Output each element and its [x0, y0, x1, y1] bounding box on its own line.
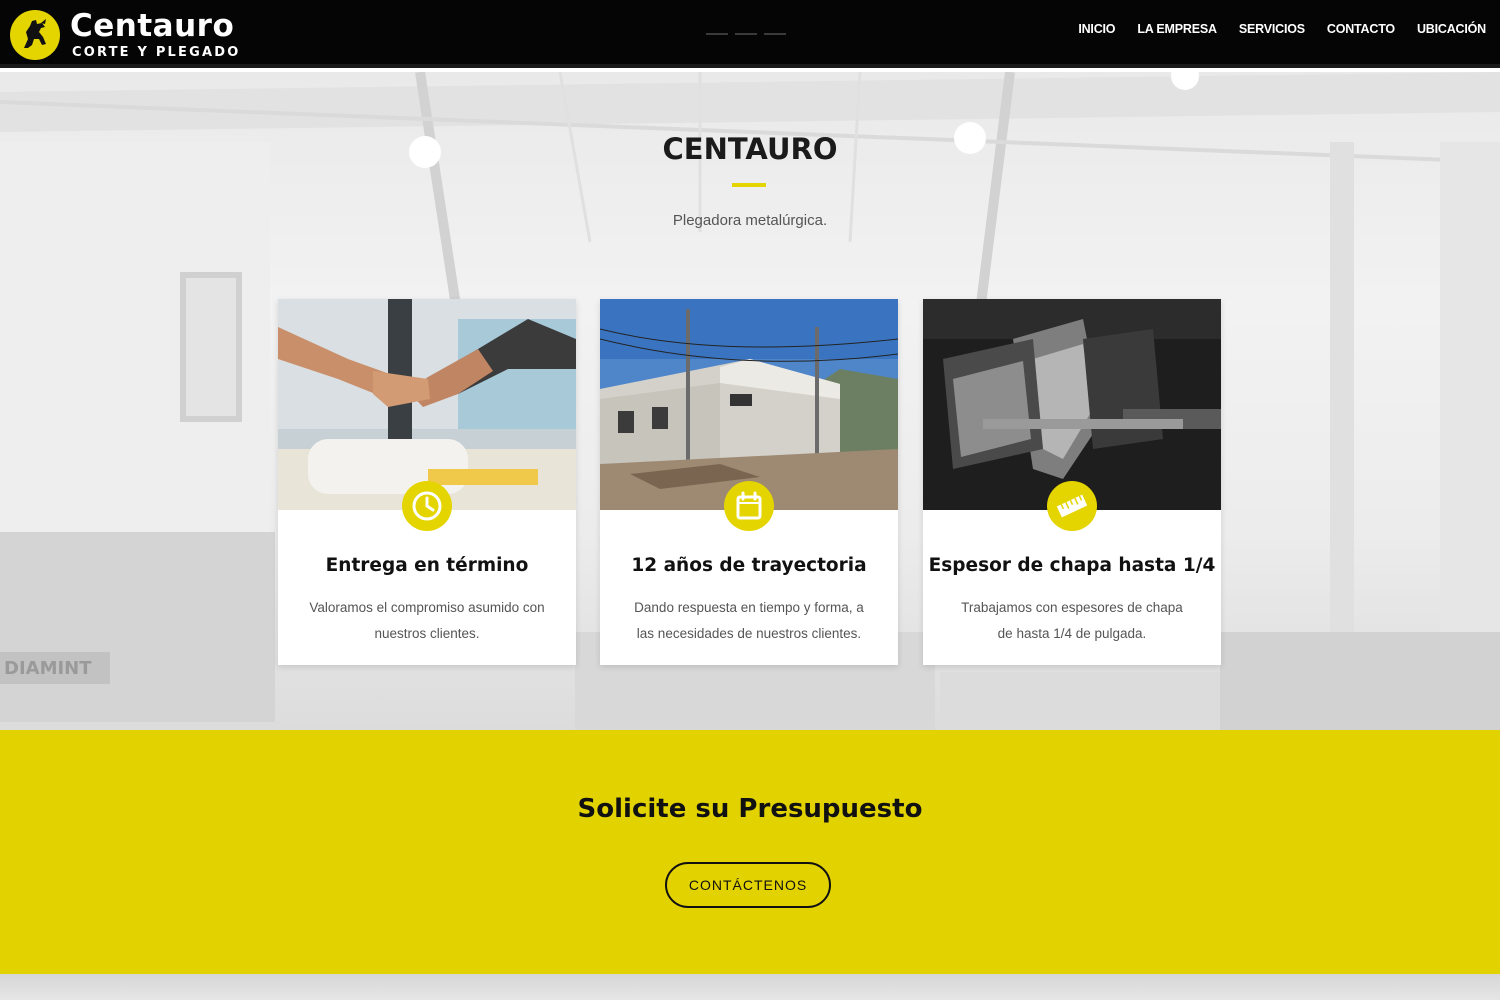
- clock-icon: [402, 481, 452, 531]
- brand-tagline: CORTE Y PLEGADO: [72, 45, 241, 60]
- feature-title: 12 años de trayectoria: [631, 555, 867, 576]
- handshake-image: [278, 299, 576, 510]
- feature-card-trayectoria: 12 años de trayectoria Dando respuesta e…: [600, 299, 898, 665]
- centaur-logo-icon: [10, 10, 60, 60]
- nav-link-contacto[interactable]: CONTACTO: [1327, 22, 1395, 36]
- press-brake-image: [923, 299, 1221, 510]
- feature-card-entrega: Entrega en término Valoramos el compromi…: [278, 299, 576, 665]
- feature-text: Trabajamos con espesores de chapa de has…: [961, 600, 1183, 641]
- section-title: CENTAURO: [662, 132, 838, 166]
- slider-dot[interactable]: [706, 33, 728, 35]
- nav-link-servicios[interactable]: SERVICIOS: [1239, 22, 1305, 36]
- footer-strip: [0, 974, 1500, 1000]
- ruler-icon: [1047, 481, 1097, 531]
- slider-dot[interactable]: [735, 33, 757, 35]
- calendar-icon: [724, 481, 774, 531]
- title-underline: [732, 183, 766, 187]
- brand-logo[interactable]: Centauro CORTE Y PLEGADO: [10, 6, 241, 64]
- machine-brand-watermark: DIAMINT: [4, 658, 92, 679]
- feature-title: Espesor de chapa hasta 1/4: [928, 555, 1216, 576]
- section-subtitle: Plegadora metalúrgica.: [672, 212, 828, 229]
- nav-link-la-empresa[interactable]: LA EMPRESA: [1137, 22, 1217, 36]
- building-image: [600, 299, 898, 510]
- contact-button[interactable]: CONTÁCTENOS: [665, 862, 831, 908]
- slider-indicators[interactable]: [706, 33, 786, 35]
- feature-title: Entrega en término: [325, 555, 529, 576]
- nav-link-ubicacion[interactable]: UBICACIÓN: [1417, 22, 1486, 36]
- feature-card-espesor: Espesor de chapa hasta 1/4 Trabajamos co…: [923, 299, 1221, 665]
- site-header: Centauro CORTE Y PLEGADO INICIO LA EMPRE…: [0, 0, 1500, 68]
- cta-title: Solicite su Presupuesto: [577, 794, 923, 824]
- slider-dot[interactable]: [764, 33, 786, 35]
- brand-name: Centauro: [70, 8, 235, 44]
- feature-text: Dando respuesta en tiempo y forma, a las…: [634, 600, 864, 641]
- quote-cta-section: Solicite su Presupuesto CONTÁCTENOS: [0, 730, 1500, 974]
- nav-link-inicio[interactable]: INICIO: [1078, 22, 1115, 36]
- feature-text: Valoramos el compromiso asumido con nues…: [309, 600, 545, 641]
- main-nav: INICIO LA EMPRESA SERVICIOS CONTACTO UBI…: [1078, 22, 1486, 36]
